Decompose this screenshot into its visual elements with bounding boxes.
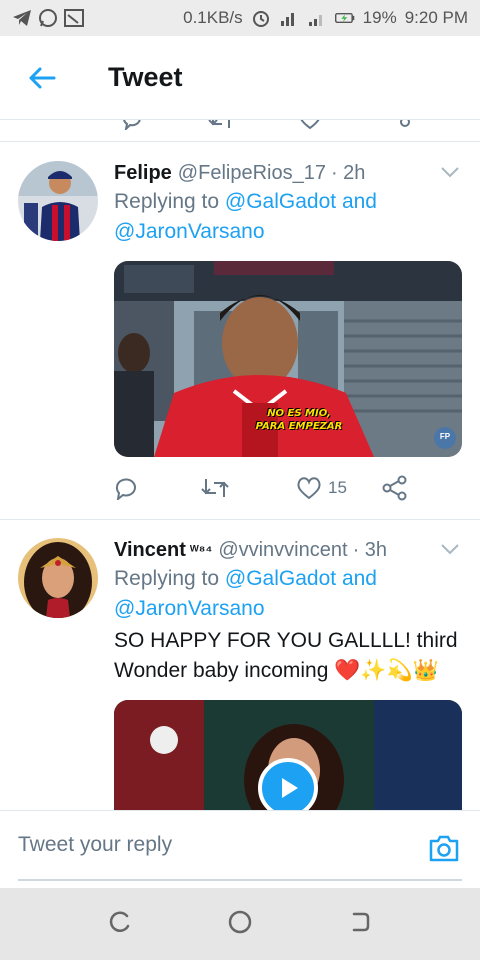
screencast-icon <box>64 8 84 28</box>
play-button[interactable] <box>258 758 318 810</box>
net-speed: 0.1KB/s <box>183 8 243 27</box>
tweet-felipe[interactable]: Felipe @FelipeRios_17 · 2h Replying to @… <box>0 143 480 520</box>
camera-button[interactable] <box>428 833 460 868</box>
tweet-vincent[interactable]: Vincent ᵂ⁸⁴ @vvinvvincent · 3h Replying … <box>0 520 480 810</box>
media-caption-line1: NO ES MIO, <box>267 408 331 419</box>
status-bar: 0.1KB/s 19% 9:20 PM <box>0 0 480 36</box>
like-count: 15 <box>328 478 347 497</box>
avatar[interactable] <box>18 161 98 241</box>
replying-to: Replying to @GalGadot and @JaronVarsano <box>114 564 462 624</box>
media-caption-line2: PARA EMPEZAR <box>255 421 343 432</box>
user-handle[interactable]: @FelipeRios_17 <box>178 159 326 187</box>
heart-icon <box>297 477 321 500</box>
battery-icon <box>334 8 355 28</box>
display-name-suffix: ᵂ⁸⁴ <box>189 542 213 558</box>
telegram-icon <box>12 8 32 28</box>
back-nav-icon <box>353 912 370 931</box>
reply-icon[interactable] <box>122 120 144 135</box>
signal-2-icon <box>307 8 327 28</box>
system-nav-bar <box>0 888 480 960</box>
home-button[interactable] <box>227 909 253 940</box>
chevron-down-icon[interactable] <box>440 542 460 560</box>
arrow-left-icon <box>29 67 56 88</box>
reply-icon <box>115 478 136 500</box>
whatsapp-icon <box>38 8 58 28</box>
reply-button[interactable] <box>114 476 200 500</box>
avatar[interactable] <box>18 538 98 618</box>
tweet-actions: 15 <box>114 471 462 505</box>
recent-apps-icon <box>109 911 129 932</box>
signal-1-icon <box>279 8 299 28</box>
share-icon <box>382 475 407 501</box>
play-icon <box>282 778 298 798</box>
tweet-time: · 2h <box>330 162 366 184</box>
user-handle[interactable]: @vvinvvincent <box>218 536 347 564</box>
retweet-icon[interactable] <box>208 120 234 135</box>
replying-to-label: Replying to <box>114 567 220 590</box>
like-button[interactable]: 15 <box>296 476 382 500</box>
share-icon[interactable] <box>394 120 416 135</box>
retweet-button[interactable] <box>200 476 296 500</box>
like-icon[interactable] <box>298 120 322 135</box>
reply-composer: Tweet your reply <box>0 810 480 888</box>
recent-apps-button[interactable] <box>108 910 132 939</box>
tweet-text: SO HAPPY FOR YOU GALLLL! third Wonder ba… <box>114 629 458 682</box>
chevron-down-icon[interactable] <box>440 165 460 183</box>
reply-input[interactable]: Tweet your reply <box>18 833 172 857</box>
tweet-time: · 3h <box>352 539 388 561</box>
back-nav-button[interactable] <box>348 910 372 939</box>
media-badge: FP <box>439 432 451 441</box>
replying-to-label: Replying to <box>114 190 220 213</box>
display-name[interactable]: Felipe <box>114 159 172 187</box>
reply-feed: Felipe @FelipeRios_17 · 2h Replying to @… <box>0 143 480 810</box>
camera-icon <box>429 835 459 862</box>
media-caption: NO ES MIO, PARA EMPEZAR <box>244 407 354 433</box>
app-header: Tweet <box>0 36 480 120</box>
clock: 9:20 PM <box>404 8 468 27</box>
page-title: Tweet <box>108 62 183 92</box>
battery-level: 19% <box>362 8 397 27</box>
alarm-icon <box>251 8 271 28</box>
reply-input-underline <box>18 879 462 881</box>
retweet-icon <box>201 479 229 497</box>
display-name[interactable]: Vincent <box>114 536 186 564</box>
replying-to: Replying to @GalGadot and @JaronVarsano <box>114 187 462 247</box>
previous-tweet-actions <box>0 120 480 142</box>
share-button[interactable] <box>382 475 408 501</box>
home-icon <box>228 910 252 933</box>
back-button[interactable] <box>0 36 84 120</box>
tweet-media[interactable] <box>114 700 462 810</box>
tweet-media[interactable]: NO ES MIO, PARA EMPEZAR FP <box>114 261 462 457</box>
